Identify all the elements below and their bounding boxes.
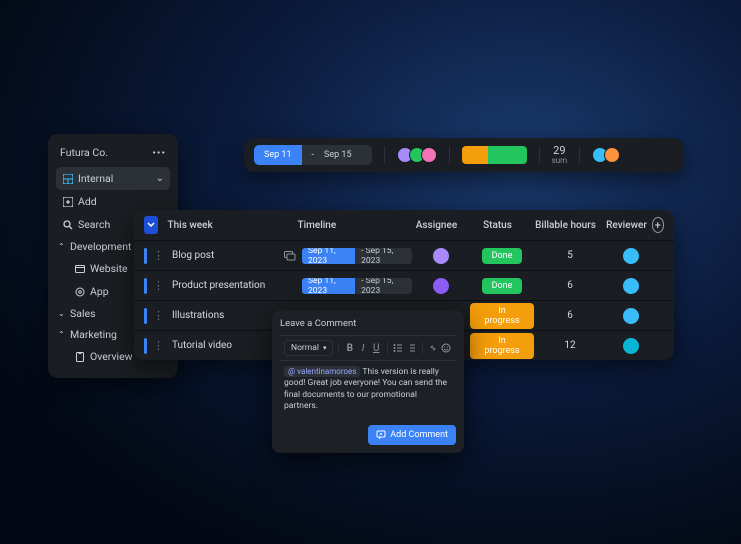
date-start: Sep 11, 2023	[302, 278, 355, 294]
section-title: This week	[168, 220, 298, 231]
row-accent	[144, 278, 147, 294]
avatar[interactable]	[623, 248, 639, 264]
col-reviewer[interactable]: Reviewer	[602, 220, 652, 231]
summary-bar: Sep 11 - Sep 15 29sum	[244, 138, 684, 172]
divider	[579, 146, 580, 164]
table-row[interactable]: ⋮ Blog post Sep 11, 2023- Sep 15, 2023 D…	[134, 240, 674, 270]
chevron-down-icon: ▾	[323, 344, 327, 352]
add-column-button[interactable]: +	[652, 217, 665, 233]
workspace-more-icon[interactable]: •••	[152, 146, 166, 159]
sidebar-item-internal[interactable]: Internal ⌄	[56, 167, 170, 190]
drag-handle-icon[interactable]: ⋮	[153, 249, 164, 262]
divider	[384, 146, 385, 164]
link-button[interactable]	[428, 341, 439, 355]
drag-handle-icon[interactable]: ⋮	[153, 309, 164, 322]
date-start: Sep 11	[254, 145, 302, 165]
numbered-list-button[interactable]	[406, 341, 417, 355]
chevron-down-icon: ⌄	[156, 173, 164, 184]
chevron-down-icon: ⌄	[58, 309, 66, 318]
sidebar-group-label: Development	[70, 240, 131, 253]
comments-icon[interactable]	[284, 251, 296, 261]
mention-chip[interactable]: @ valentinamoroes	[284, 366, 360, 377]
avatar[interactable]	[623, 308, 639, 324]
row-accent	[144, 308, 147, 324]
task-name: Illustrations	[172, 310, 224, 321]
date-start: Sep 11, 2023	[302, 248, 355, 264]
item-icon	[74, 351, 85, 362]
summary-assignees[interactable]	[397, 144, 437, 166]
task-name: Tutorial video	[172, 340, 232, 351]
col-billable[interactable]: Billable hours	[530, 220, 602, 231]
comment-title: Leave a Comment	[280, 318, 456, 329]
summary-reviewers[interactable]	[592, 144, 620, 166]
item-icon	[74, 263, 85, 274]
sidebar-group-label: Sales	[70, 307, 96, 320]
workspace-name: Futura Co.	[60, 146, 108, 159]
board-icon	[62, 173, 73, 184]
sidebar-item-label: Add	[78, 195, 97, 208]
sidebar-item-label: Search	[78, 218, 110, 231]
sidebar-item-label: App	[90, 285, 109, 298]
date-end: - Sep 15, 2023	[355, 248, 412, 264]
divider	[539, 146, 540, 164]
timeline-chip[interactable]: Sep 11, 2023- Sep 15, 2023	[302, 248, 412, 264]
billable-hours: 12	[534, 340, 606, 351]
status-badge[interactable]: Done	[482, 278, 523, 294]
divider	[387, 342, 388, 354]
add-icon	[62, 196, 73, 207]
sidebar-group-label: Marketing	[70, 328, 117, 341]
summary-hours: 29sum	[552, 144, 568, 166]
emoji-button[interactable]	[441, 341, 452, 355]
item-icon	[74, 286, 85, 297]
avatar[interactable]	[623, 338, 639, 354]
comment-body[interactable]: @ valentinamoroes This version is really…	[280, 361, 456, 419]
status-badge[interactable]: Done	[482, 248, 523, 264]
row-accent	[144, 338, 147, 354]
divider	[338, 342, 339, 354]
chevron-up-icon: ⌃	[58, 242, 66, 251]
collapse-section-button[interactable]	[144, 216, 158, 234]
italic-button[interactable]: I	[357, 341, 368, 355]
chevron-up-icon: ⌃	[58, 330, 66, 339]
drag-handle-icon[interactable]: ⋮	[153, 339, 164, 352]
date-end: - Sep 15	[302, 145, 372, 165]
comment-toolbar: Normal▾ B I U	[280, 335, 456, 361]
avatar[interactable]	[433, 248, 449, 264]
comment-icon	[376, 430, 386, 440]
date-end: - Sep 15, 2023	[355, 278, 412, 294]
timeline-chip[interactable]: Sep 11, 2023- Sep 15, 2023	[302, 278, 412, 294]
add-comment-button[interactable]: Add Comment	[368, 425, 456, 445]
table-row[interactable]: ⋮ Product presentation Sep 11, 2023- Sep…	[134, 270, 674, 300]
status-badge[interactable]: In progress	[470, 333, 534, 359]
bullet-list-button[interactable]	[393, 341, 404, 355]
billable-hours: 6	[534, 310, 606, 321]
underline-button[interactable]: U	[371, 341, 382, 355]
avatar	[421, 147, 437, 163]
summary-date-range[interactable]: Sep 11 - Sep 15	[254, 145, 372, 165]
search-icon	[62, 219, 73, 230]
col-timeline[interactable]: Timeline	[298, 220, 408, 231]
status-badge[interactable]: In progress	[470, 303, 534, 329]
drag-handle-icon[interactable]: ⋮	[153, 279, 164, 292]
avatar	[604, 147, 620, 163]
row-accent	[144, 248, 147, 264]
table-header: This week Timeline Assignee Status Billa…	[134, 210, 674, 240]
divider	[449, 146, 450, 164]
format-select[interactable]: Normal▾	[284, 340, 333, 356]
billable-hours: 6	[534, 280, 606, 291]
billable-hours: 5	[534, 250, 606, 261]
task-name: Product presentation	[172, 280, 265, 291]
divider	[422, 342, 423, 354]
comment-popup: Leave a Comment Normal▾ B I U @ valentin…	[272, 310, 464, 453]
avatar[interactable]	[623, 278, 639, 294]
avatar[interactable]	[433, 278, 449, 294]
sidebar-item-label: Website	[90, 262, 128, 275]
col-status[interactable]: Status	[466, 220, 530, 231]
bold-button[interactable]: B	[344, 341, 355, 355]
col-assignee[interactable]: Assignee	[408, 220, 466, 231]
sidebar-item-label: Internal	[78, 172, 113, 185]
summary-progress-bar	[462, 144, 527, 166]
task-name: Blog post	[172, 250, 214, 261]
sidebar-item-label: Overview	[90, 350, 133, 363]
